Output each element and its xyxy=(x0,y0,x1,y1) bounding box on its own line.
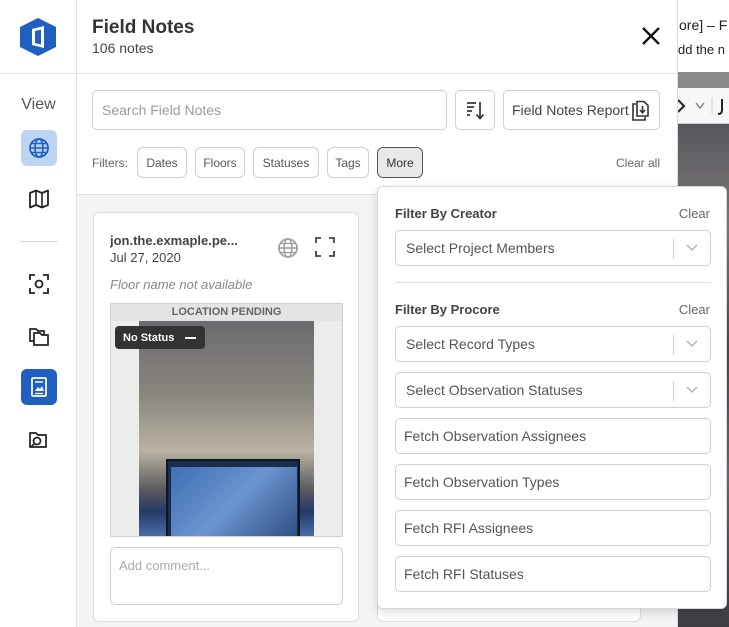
photo-monitor xyxy=(166,459,300,536)
sort-button[interactable] xyxy=(455,90,495,130)
filter-by-procore-title: Filter By Procore xyxy=(395,302,500,317)
fetch-rfi-statuses-button[interactable]: Fetch RFI Statuses xyxy=(395,556,711,592)
search-input[interactable] xyxy=(92,90,447,130)
filter-chip-dates[interactable]: Dates xyxy=(137,147,187,178)
map-view-button[interactable] xyxy=(21,181,57,217)
view-label: View xyxy=(21,96,56,113)
more-filters-dropdown: Filter By Creator Clear Select Project M… xyxy=(377,186,727,609)
rail-divider xyxy=(20,241,58,242)
chevron-down-icon xyxy=(686,340,698,348)
status-label: No Status xyxy=(123,331,175,344)
photo-screen xyxy=(171,467,297,536)
observation-statuses-select[interactable]: Select Observation Statuses xyxy=(395,372,711,408)
filter-chip-statuses[interactable]: Statuses xyxy=(253,147,319,178)
project-members-placeholder: Select Project Members xyxy=(406,240,555,256)
procore-clear-link[interactable]: Clear xyxy=(679,302,710,317)
fetch-item-label: Fetch Observation Types xyxy=(404,474,560,490)
fetch-observation-types-button[interactable]: Fetch Observation Types xyxy=(395,464,711,500)
creator-clear-link[interactable]: Clear xyxy=(679,206,710,221)
search-files-button[interactable] xyxy=(21,422,57,458)
app-logo-icon[interactable] xyxy=(19,17,57,57)
background-strip xyxy=(678,72,729,88)
fetch-item-label: Fetch RFI Statuses xyxy=(404,566,524,582)
field-notes-icon xyxy=(31,377,47,397)
filter-chip-tags[interactable]: Tags xyxy=(327,147,369,178)
folders-icon xyxy=(29,328,49,346)
note-photo[interactable]: LOCATION PENDING No Status xyxy=(110,303,343,537)
chevron-down-icon xyxy=(686,386,698,394)
select-separator xyxy=(673,335,674,355)
fetch-item-label: Fetch RFI Assignees xyxy=(404,520,534,536)
observation-statuses-placeholder: Select Observation Statuses xyxy=(406,382,583,398)
page-title: Field Notes xyxy=(92,17,195,38)
close-icon[interactable] xyxy=(639,24,663,48)
globe-icon xyxy=(29,138,49,158)
field-notes-report-button[interactable]: Field Notes Report xyxy=(503,90,660,130)
download-report-icon xyxy=(632,100,649,121)
fetch-item-label: Fetch Observation Assignees xyxy=(404,428,587,444)
section-divider xyxy=(395,282,711,283)
rail-divider xyxy=(0,73,77,74)
fetch-observation-assignees-button[interactable]: Fetch Observation Assignees xyxy=(395,418,711,454)
chevron-down-icon xyxy=(686,244,698,252)
note-floor: Floor name not available xyxy=(110,277,253,292)
photo-image xyxy=(139,321,314,536)
record-types-select[interactable]: Select Record Types xyxy=(395,326,711,362)
filter-by-creator-title: Filter By Creator xyxy=(395,206,497,221)
note-date: Jul 27, 2020 xyxy=(110,250,181,265)
background-text: dd the n xyxy=(678,42,725,57)
status-badge[interactable]: No Status xyxy=(115,326,205,349)
comment-input[interactable] xyxy=(110,547,343,605)
filter-chip-more[interactable]: More xyxy=(377,147,423,178)
focus-capture-icon xyxy=(29,274,49,294)
globe-view-button[interactable] xyxy=(21,130,57,166)
background-text: ore] – F xyxy=(679,17,728,33)
record-types-placeholder: Select Record Types xyxy=(406,336,535,352)
map-icon xyxy=(29,189,49,209)
field-notes-button[interactable] xyxy=(21,369,57,405)
sort-icon xyxy=(467,102,485,120)
notes-count: 106 notes xyxy=(92,40,154,56)
clear-all-link[interactable]: Clear all xyxy=(616,156,660,170)
fetch-rfi-assignees-button[interactable]: Fetch RFI Assignees xyxy=(395,510,711,546)
filters-label: Filters: xyxy=(92,156,128,170)
project-members-select[interactable]: Select Project Members xyxy=(395,230,711,266)
note-author: jon.the.exmaple.pe... xyxy=(110,233,238,248)
report-button-label: Field Notes Report xyxy=(512,102,629,118)
capture-button[interactable] xyxy=(21,266,57,302)
note-card[interactable]: jon.the.exmaple.pe... Jul 27, 2020 Floor… xyxy=(93,212,359,622)
left-rail: View xyxy=(0,0,77,627)
select-separator xyxy=(673,381,674,401)
background-toolbar xyxy=(678,88,729,124)
expand-icon[interactable] xyxy=(314,236,336,258)
folder-search-icon xyxy=(29,432,47,448)
filter-chip-floors[interactable]: Floors xyxy=(195,147,245,178)
files-button[interactable] xyxy=(21,318,57,354)
location-pending-banner: LOCATION PENDING xyxy=(111,304,342,321)
toolbar-arrow-icon xyxy=(678,98,723,115)
globe-icon[interactable] xyxy=(277,237,299,259)
panel-header: Field Notes 106 notes xyxy=(77,0,677,74)
minus-icon xyxy=(185,337,196,339)
select-separator xyxy=(673,239,674,259)
